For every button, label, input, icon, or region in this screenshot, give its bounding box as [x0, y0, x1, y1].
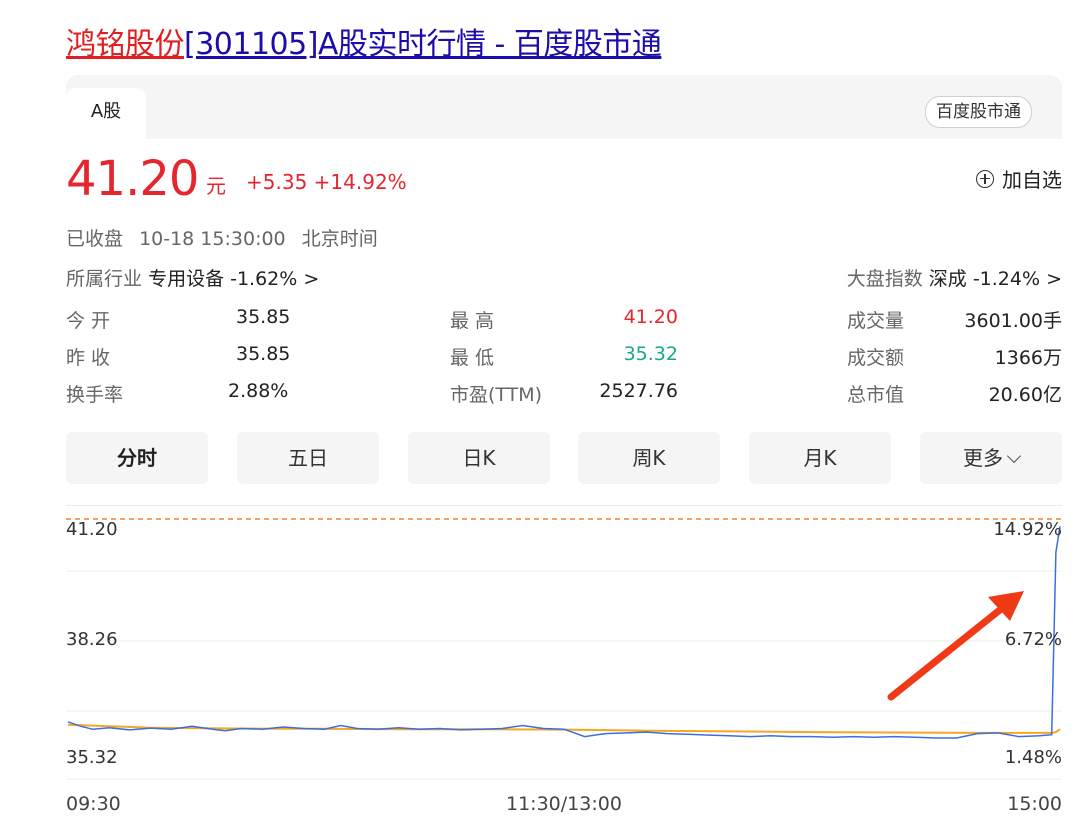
index-value: 深成 -1.24% > [928, 268, 1062, 290]
stat-value: 20.60亿 [988, 384, 1062, 406]
index-link[interactable]: 大盘指数 深成 -1.24% > [847, 264, 1062, 291]
stat-label: 成交额 [846, 347, 904, 369]
intraday-chart[interactable]: 41.20 38.26 35.32 14.92% 6.72% 1.48% 09:… [66, 505, 1062, 825]
price-unit: 元 [206, 174, 226, 198]
y-right-label-mid: 6.72% [1004, 629, 1062, 650]
quote-stats: 今 开 35.85 最 高 41.20 成交量 3601.00手 昨 收 35.… [66, 306, 1062, 416]
tab-more-label: 更多 [963, 446, 1003, 470]
add-watchlist-button[interactable]: 加自选 [976, 164, 1062, 193]
stat-value: 1366万 [994, 347, 1062, 369]
tab-daily-k[interactable]: 日K [408, 432, 550, 484]
change-amount: +5.35 [246, 170, 308, 194]
price-line [67, 526, 1061, 739]
stat-label: 总市值 [846, 384, 904, 406]
tab-more[interactable]: 更多 [920, 432, 1062, 484]
page-title[interactable]: 鸿铭股份[301105]A股实时行情 - 百度股市通 [66, 22, 662, 68]
y-right-label-top: 14.92% [993, 519, 1062, 540]
tab-weekly-k[interactable]: 周K [578, 432, 720, 484]
industry-value: 专用设备 -1.62% > [148, 268, 320, 290]
market-status: 已收盘 10-18 15:30:00 北京时间 [66, 224, 388, 251]
stat-value: 35.32 [623, 343, 678, 365]
stock-name-link[interactable]: 鸿铭股份 [66, 27, 185, 62]
stat-label: 今 开 [66, 310, 111, 332]
y-right-label-bottom: 1.48% [1004, 747, 1062, 768]
change-percent: +14.92% [313, 170, 407, 194]
add-watchlist-label: 加自选 [1002, 168, 1062, 192]
status-text: 已收盘 [66, 228, 124, 250]
status-timezone: 北京时间 [301, 228, 378, 250]
tab-intraday[interactable]: 分时 [66, 432, 208, 484]
industry-link[interactable]: 所属行业 专用设备 -1.62% > [66, 264, 319, 291]
tab-a-share[interactable]: A股 [66, 88, 146, 139]
stat-label: 昨 收 [66, 347, 111, 369]
plus-circle-icon [976, 169, 994, 188]
annotation-arrow-shaft [887, 601, 1010, 701]
stat-label: 市盈(TTM) [450, 384, 543, 406]
stat-value: 2.88% [228, 380, 289, 402]
current-price: 41.20 [66, 151, 199, 207]
x-label-close: 15:00 [1007, 793, 1062, 815]
title-link[interactable]: [301105]A股实时行情 - 百度股市通 [184, 27, 662, 62]
price-change: +5.35 +14.92% [246, 170, 407, 194]
stat-label: 最 高 [450, 310, 495, 332]
y-left-label-bottom: 35.32 [66, 747, 118, 768]
chevron-down-icon [1006, 448, 1022, 464]
chart-svg [66, 518, 1062, 780]
y-left-label-top: 41.20 [66, 519, 118, 540]
brand-badge[interactable]: 百度股市通 [925, 96, 1032, 128]
stat-label: 成交量 [846, 310, 904, 332]
period-tabs: 分时 五日 日K 周K 月K 更多 [66, 432, 1062, 484]
index-label: 大盘指数 [846, 268, 923, 290]
status-time: 10-18 15:30:00 [139, 228, 286, 250]
tab-five-day[interactable]: 五日 [237, 432, 379, 484]
stat-value: 3601.00手 [964, 310, 1062, 332]
stat-value: 41.20 [623, 306, 678, 328]
industry-label: 所属行业 [66, 268, 143, 290]
x-label-midday: 11:30/13:00 [506, 793, 622, 815]
stat-value: 35.85 [236, 306, 291, 328]
stat-value: 35.85 [236, 343, 291, 365]
stat-label: 换手率 [66, 384, 124, 406]
y-left-label-mid: 38.26 [66, 629, 118, 650]
market-tab-bar: A股 百度股市通 [66, 75, 1062, 139]
x-label-open: 09:30 [66, 793, 121, 815]
stat-label: 最 低 [450, 347, 495, 369]
stat-value: 2527.76 [599, 380, 678, 402]
tab-monthly-k[interactable]: 月K [749, 432, 891, 484]
